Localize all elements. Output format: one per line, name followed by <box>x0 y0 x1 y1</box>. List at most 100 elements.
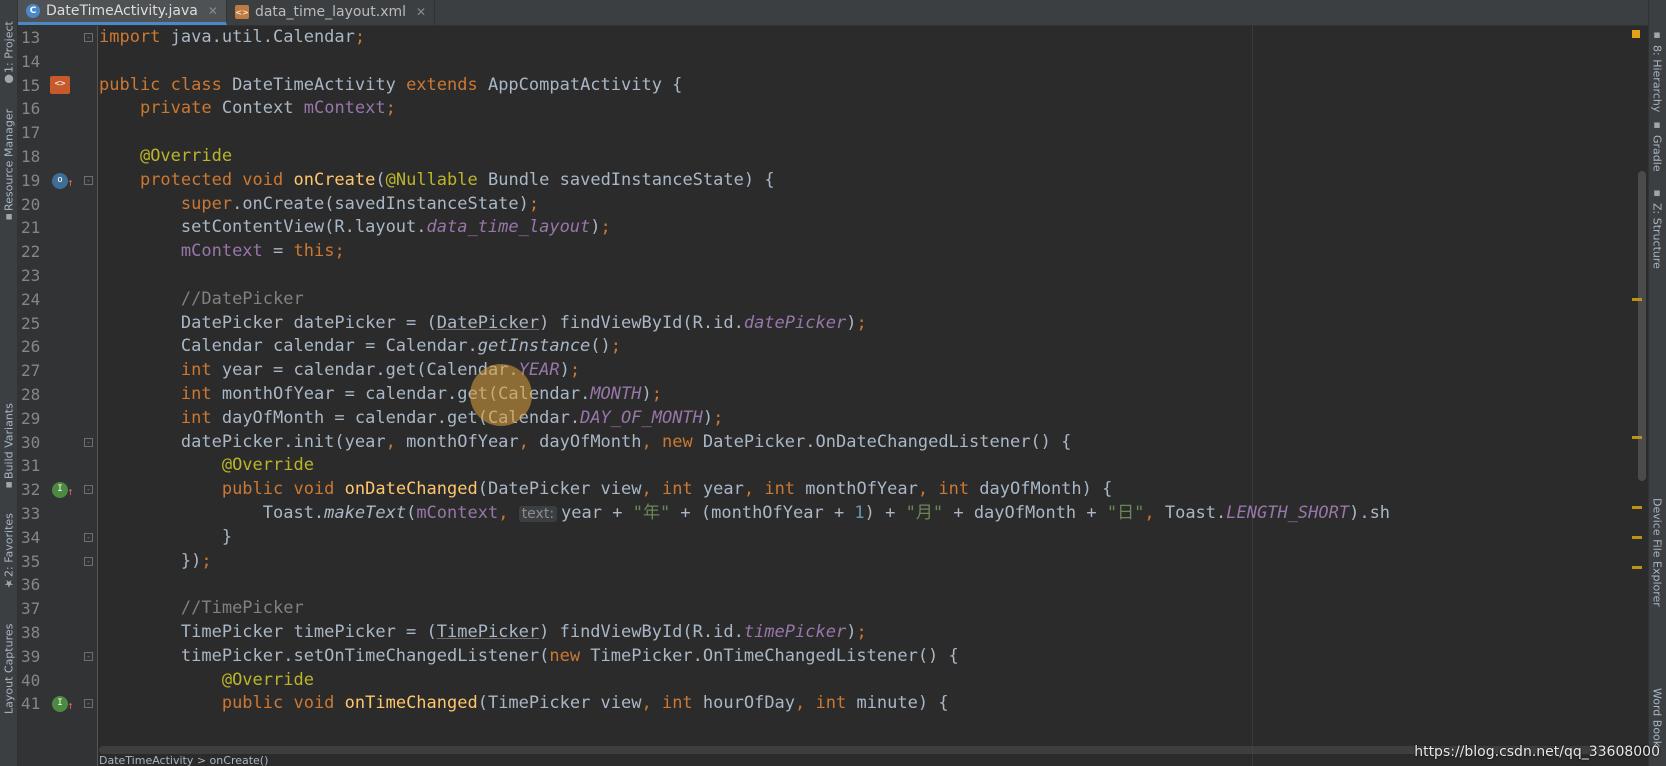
tab-label: data_time_layout.xml <box>254 4 407 20</box>
line-number: 35 - <box>18 550 98 574</box>
structure-icon: ▪ <box>1650 186 1664 199</box>
line-number: 41 I ↑ - <box>18 692 98 716</box>
line-number-text: 26 <box>21 337 41 357</box>
code-line: //TimePicker <box>180 598 304 619</box>
line-numbers: 13-14 15 <> 16 17 18 19 o ↑ -20 21 22 23 24 25 26 27 28 29… <box>18 26 98 716</box>
tool-window-project[interactable]: ● 1: Project <box>1 2 17 90</box>
line-number-text: 37 <box>21 599 41 619</box>
code-line: datePicker.init(year, monthOfYear, dayOf… <box>99 431 1072 452</box>
warning-marker[interactable] <box>1632 436 1642 439</box>
tool-window-label: 1: Project <box>2 21 16 73</box>
code-line: @Override <box>139 145 233 166</box>
fold-toggle-icon[interactable]: - <box>84 651 93 661</box>
tool-window-device-file-explorer[interactable]: Device File Explorer <box>1649 498 1665 622</box>
implement-method-icon[interactable]: I <box>52 482 68 499</box>
line-number-text: 13 <box>21 28 41 47</box>
line-number-text: 36 <box>21 575 41 595</box>
fold-toggle-icon[interactable]: - <box>84 33 93 42</box>
line-number: 40 <box>18 669 98 693</box>
fold-toggle-icon[interactable]: - <box>84 556 93 566</box>
warning-marker[interactable] <box>1632 298 1642 301</box>
tool-window-build-variants[interactable]: ▪ Build Variants <box>1 398 17 496</box>
scrollbar-thumb[interactable] <box>1638 171 1646 481</box>
tool-window-layout-captures[interactable]: Layout Captures <box>1 614 17 714</box>
line-number-text: 27 <box>21 361 41 381</box>
line-number-text: 39 <box>21 646 41 666</box>
line-number-text: 33 <box>21 503 41 523</box>
class-layout-icon[interactable]: <> <box>50 75 70 94</box>
tool-window-resource-manager[interactable]: ▪ Resource Manager <box>1 100 17 228</box>
tool-window-gradle[interactable]: ▪ Gradle <box>1649 118 1665 174</box>
line-number: 36 <box>18 573 98 597</box>
code-line: import java.util.Calendar; <box>99 27 366 47</box>
tab-data-time-layout-xml[interactable]: <> data_time_layout.xml ✕ <box>227 0 436 25</box>
code-line: protected void onCreate(@Nullable Bundle… <box>139 169 775 190</box>
tool-window-label: Word Book <box>1650 688 1664 748</box>
arrow-up-icon: ↑ <box>67 175 74 189</box>
line-number: 37 <box>18 597 98 621</box>
line-number: 31 <box>18 454 98 478</box>
vertical-scrollbar[interactable] <box>1630 26 1648 766</box>
right-tool-strip: ▪ 8: Hierarchy ▪ Gradle ▪ Z: Structure D… <box>1648 0 1666 766</box>
warning-marker[interactable] <box>1632 506 1642 509</box>
line-number-text: 18 <box>21 146 41 166</box>
line-number: 39 - <box>18 645 98 669</box>
fold-toggle-icon[interactable]: - <box>84 485 93 495</box>
fold-toggle-icon[interactable]: - <box>84 699 93 709</box>
close-icon[interactable]: ✕ <box>416 5 426 19</box>
code-area[interactable]: import java.util.Calendar; public class … <box>99 26 1648 716</box>
tool-window-hierarchy[interactable]: ▪ 8: Hierarchy <box>1649 28 1665 112</box>
line-number: 32 I ↑ - <box>18 478 98 502</box>
breadcrumb[interactable]: DateTimeActivity > onCreate() <box>99 754 268 766</box>
tool-window-label: Z: Structure <box>1650 203 1664 269</box>
override-method-icon[interactable]: o <box>52 172 68 189</box>
line-number: 30 - <box>18 431 98 455</box>
line-number: 20 <box>18 193 98 217</box>
code-line: public void onTimeChanged(TimePicker vie… <box>221 693 949 714</box>
line-number-text: 28 <box>21 384 41 404</box>
line-number: 18 <box>18 145 98 169</box>
line-number-text: 34 <box>21 527 41 547</box>
warning-marker[interactable] <box>1632 536 1642 539</box>
warning-indicator-icon[interactable] <box>1632 30 1640 38</box>
line-number-text: 38 <box>21 622 41 642</box>
tool-window-label: Device File Explorer <box>1650 498 1664 607</box>
code-line: Toast.makeText(mContext, text: year + "年"… <box>99 502 1391 523</box>
editor-gutter: 13-14 15 <> 16 17 18 19 o ↑ -20 21 22 23 24 25 26 27 28 29… <box>18 26 98 766</box>
line-number: 22 <box>18 240 98 264</box>
line-number-text: 20 <box>21 194 41 214</box>
code-line: //DatePicker <box>180 288 304 309</box>
warning-marker[interactable] <box>1632 566 1642 569</box>
code-line: } <box>99 526 233 547</box>
line-number-text: 21 <box>21 218 41 238</box>
line-number: 23 <box>18 264 98 288</box>
line-number: 33 <box>18 502 98 526</box>
line-number-text: 19 <box>21 170 41 190</box>
tool-window-label: 8: Hierarchy <box>1650 45 1664 113</box>
line-number-text: 41 <box>21 694 41 714</box>
code-editor[interactable]: 13-14 15 <> 16 17 18 19 o ↑ -20 21 22 23 24 25 26 27 28 29… <box>18 26 1648 766</box>
implement-method-icon[interactable]: I <box>52 696 68 713</box>
line-number-text: 31 <box>21 456 41 476</box>
code-line: super.onCreate(savedInstanceState); <box>180 193 540 214</box>
line-number: 29 <box>18 407 98 431</box>
tool-window-structure[interactable]: ▪ Z: Structure <box>1649 186 1665 272</box>
line-number-text: 29 <box>21 408 41 428</box>
fold-toggle-icon[interactable]: - <box>84 175 93 185</box>
code-line: public void onDateChanged(DatePicker vie… <box>221 479 1113 500</box>
arrow-up-icon: ↑ <box>67 699 74 713</box>
arrow-up-icon: ↑ <box>67 485 74 499</box>
close-icon[interactable]: ✕ <box>208 4 218 18</box>
fold-toggle-icon[interactable]: - <box>84 437 93 447</box>
line-number-text: 16 <box>21 99 41 119</box>
code-line: @Override <box>221 455 314 476</box>
line-number: 38 <box>18 621 98 645</box>
build-variants-icon: ▪ <box>2 479 16 492</box>
android-icon: ● <box>2 73 16 86</box>
fold-toggle-icon[interactable]: - <box>84 532 93 542</box>
code-line: Calendar calendar = Calendar.getInstance… <box>99 336 622 357</box>
tool-window-favorites[interactable]: ★ 2: Favorites <box>1 512 17 594</box>
line-number: 16 <box>18 97 98 121</box>
tab-datetimeactivity-java[interactable]: C DateTimeActivity.java ✕ <box>18 0 227 25</box>
